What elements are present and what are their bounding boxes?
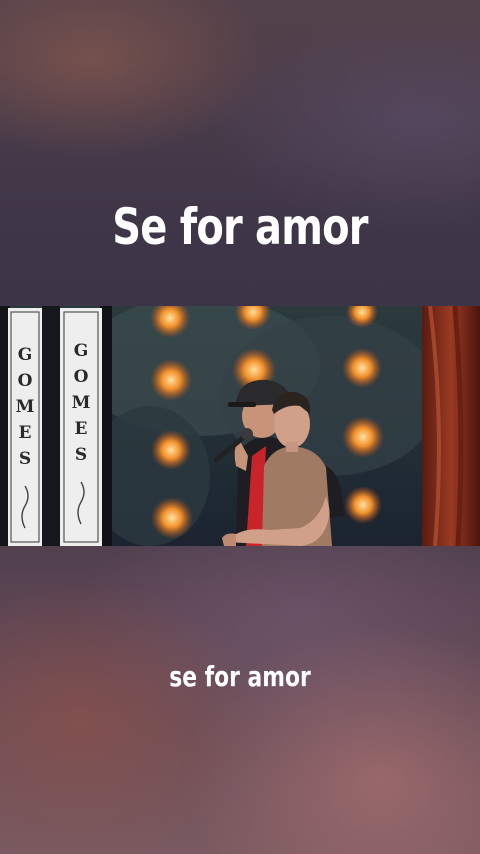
sign-left-letter: G	[18, 345, 33, 365]
sign-right-letter: M	[72, 393, 91, 413]
page-title: Se for amor	[112, 198, 368, 256]
video-frame[interactable]: G O M E S G O M E S	[0, 306, 480, 546]
stage-scene: G O M E S G O M E S	[0, 306, 480, 546]
sign-left-letter: E	[19, 423, 32, 443]
subtitle-caption: se for amor	[169, 660, 311, 693]
sign-left-letter: M	[16, 397, 35, 417]
sign-right-letter: S	[75, 445, 87, 465]
sign-left-letter: O	[18, 371, 33, 391]
sign-right-letter: O	[74, 367, 89, 387]
gomes-sign-right: G O M E S	[60, 308, 102, 546]
sign-right-letter: G	[74, 341, 89, 361]
sign-right-letter: E	[75, 419, 88, 439]
sign-left-letter: S	[19, 449, 31, 469]
gomes-sign-left: G O M E S	[8, 308, 42, 546]
